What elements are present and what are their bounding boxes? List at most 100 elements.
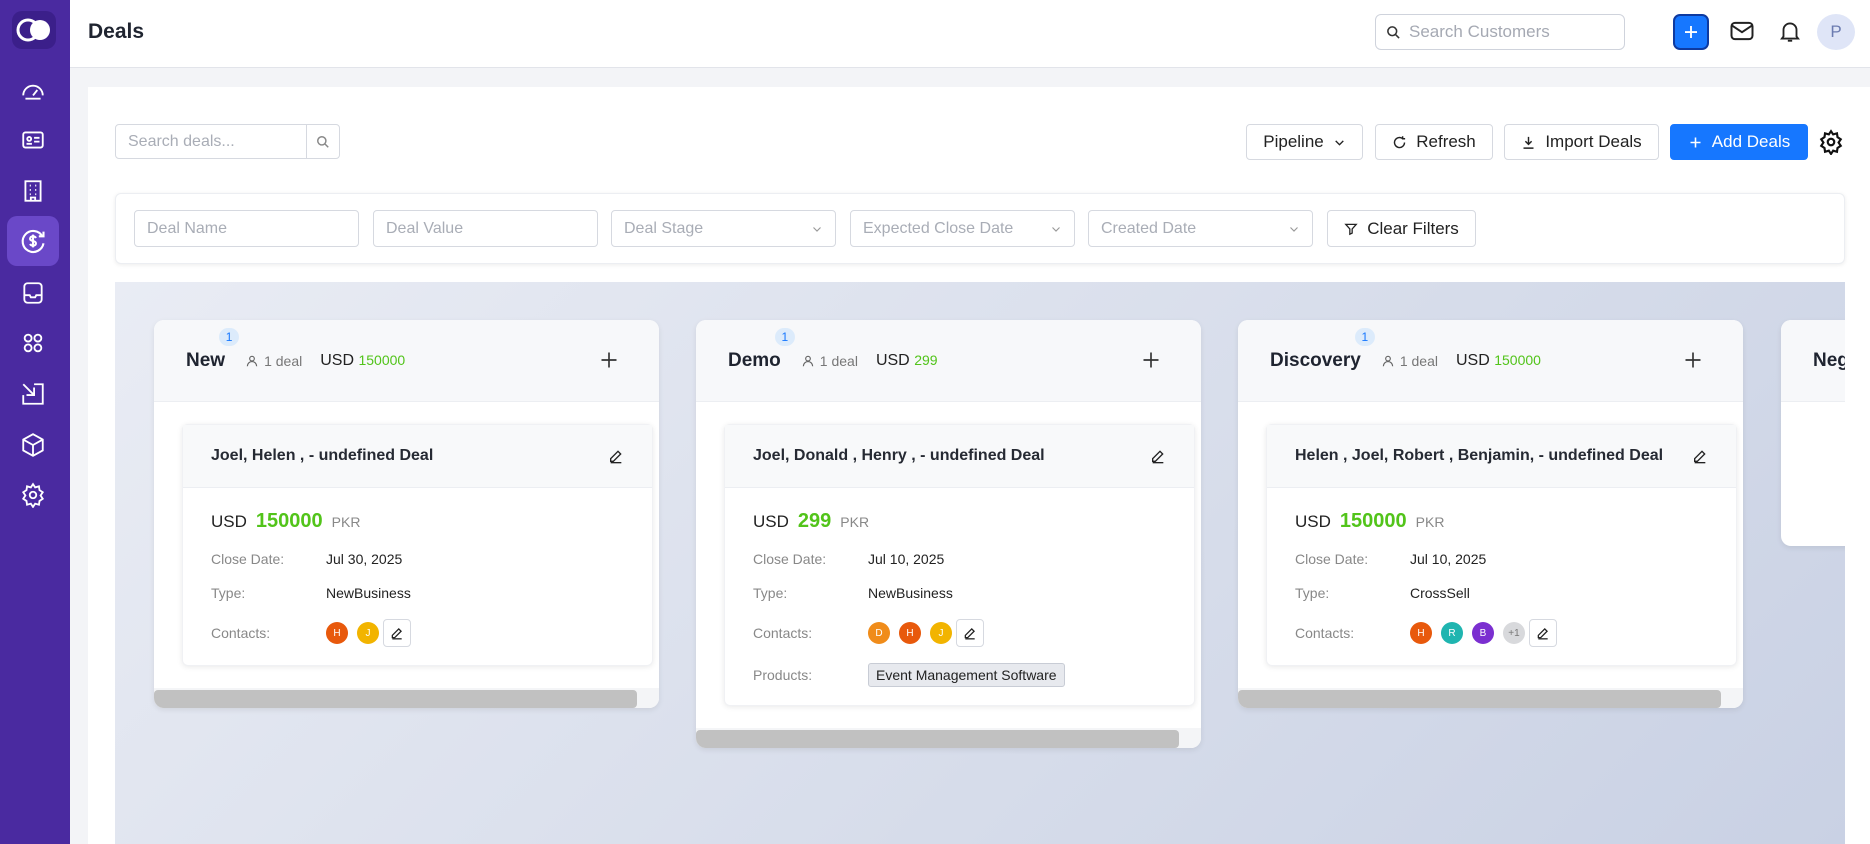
contact-avatar[interactable]: J [357,622,379,644]
deal-card[interactable]: Helen , Joel, Robert , Benjamin, - undef… [1266,424,1737,666]
edit-contacts-button[interactable] [956,619,984,647]
scrollbar-thumb[interactable] [154,690,637,708]
nav-products-cube-icon[interactable] [7,420,59,470]
nav-dashboard-icon[interactable] [7,65,59,115]
add-deal-to-stage-plus-icon[interactable] [1683,350,1703,370]
deal-card-body: USD 299 PKR Close Date: Jul 10, 2025 Type: N… [725,488,1194,705]
refresh-button[interactable]: Refresh [1375,124,1493,160]
edit-pencil-icon[interactable] [608,448,624,464]
chevron-down-icon [1334,139,1344,146]
nav-contacts-card-icon[interactable] [7,115,59,165]
nav-import-icon[interactable] [7,369,59,419]
deal-value-filter[interactable]: Deal Value [373,210,598,247]
add-deal-to-stage-plus-icon[interactable] [599,350,619,370]
bell-icon[interactable] [1777,17,1803,45]
contacts-row: Contacts: DHJ [753,619,1166,647]
deal-stage-filter[interactable]: Deal Stage [611,210,836,247]
expected-close-date-placeholder: Expected Close Date [863,219,1014,237]
contact-avatar[interactable]: H [1410,622,1432,644]
user-icon [802,355,814,366]
edit-pencil-icon[interactable] [1692,448,1708,464]
stage-header: Demo 1 1 deal USD 299 [696,320,1201,402]
contact-avatar[interactable]: H [899,622,921,644]
contact-avatar[interactable]: +1 [1503,622,1525,644]
close-date-row: Close Date: Jul 30, 2025 [211,551,403,567]
deal-name-filter[interactable]: Deal Name [134,210,359,247]
stage-total: USD 150000 [320,351,406,369]
deal-search-button[interactable] [306,125,339,158]
edit-pencil-icon [1537,628,1548,640]
contact-avatars: HJ [326,622,379,644]
deal-card[interactable]: Joel, Helen , - undefined Deal USD 150000… [182,424,653,666]
stage-column-demo: Demo 1 1 deal USD 299 Joel, Donald , Henr… [696,320,1201,748]
app-logo[interactable] [12,11,56,49]
edit-pencil-icon[interactable] [1150,448,1166,464]
deal-title: Joel, Donald , Henry , - undefined Deal [753,447,1045,464]
contacts-row: Contacts: HJ [211,619,624,647]
scrollbar-thumb[interactable] [1238,690,1721,708]
horizontal-scrollbar[interactable] [1238,688,1743,708]
chevron-down-icon [1052,226,1060,232]
product-tag[interactable]: Event Management Software [868,663,1065,687]
download-icon [1523,136,1534,149]
import-deals-label: Import Deals [1545,132,1642,151]
created-date-filter[interactable]: Created Date [1088,210,1313,247]
stage-column-discovery: Discovery 1 1 deal USD 150000 Helen , Joe… [1238,320,1743,708]
clear-filters-button[interactable]: Clear Filters [1327,210,1476,247]
deal-card-body: USD 150000 PKR Close Date: Jul 30, 2025 Typ… [183,488,652,665]
horizontal-scrollbar[interactable] [154,688,659,708]
page-title: Deals [88,20,145,43]
clear-filters-label: Clear Filters [1367,218,1459,238]
stage-title: Demo 1 [728,327,795,372]
stage-header: Neg [1781,320,1845,402]
deal-search-input[interactable] [116,125,306,158]
contact-avatar[interactable]: D [868,622,890,644]
deal-card-body: USD 150000 PKR Close Date: Jul 10, 2025 Typ… [1267,488,1736,665]
user-icon [1382,355,1394,366]
stage-title: Neg [1813,349,1845,371]
nav-building-icon[interactable] [7,166,59,216]
mail-icon[interactable] [1728,17,1756,45]
pipeline-view-select[interactable]: Pipeline [1246,124,1363,160]
deal-count: 1 deal [245,353,302,369]
add-deal-to-stage-plus-icon[interactable] [1141,350,1161,370]
nav-inbox-icon[interactable] [7,268,59,318]
filter-icon [1344,223,1358,235]
import-deals-button[interactable]: Import Deals [1504,124,1659,160]
scrollbar-thumb[interactable] [696,730,1179,748]
contact-avatar[interactable]: R [1441,622,1463,644]
created-date-placeholder: Created Date [1101,219,1197,237]
stage-total: USD 299 [875,351,938,369]
board-settings-gear-icon[interactable] [1818,129,1844,155]
edit-pencil-icon [964,628,975,640]
add-deals-label: Add Deals [1711,132,1791,151]
deal-search[interactable] [115,124,340,159]
user-icon [246,355,258,366]
contact-avatar[interactable]: B [1472,622,1494,644]
contact-avatar[interactable]: J [930,622,952,644]
refresh-label: Refresh [1416,132,1476,151]
edit-pencil-icon [391,628,402,640]
horizontal-scrollbar[interactable] [696,728,1201,748]
type-row: Type: NewBusiness [211,585,411,601]
stage-title: New 1 [186,327,240,372]
contact-avatars: DHJ [868,622,952,644]
edit-contacts-button[interactable] [383,619,411,647]
edit-contacts-button[interactable] [1529,619,1557,647]
deal-amount: USD 299 PKR [753,510,870,532]
nav-deals-icon[interactable] [7,216,59,266]
nav-apps-icon[interactable] [7,318,59,368]
quick-add-button[interactable] [1673,14,1709,50]
stage-count-badge: 1 [1354,327,1375,346]
user-avatar[interactable]: P [1817,14,1855,50]
customer-search[interactable] [1375,14,1625,50]
contact-avatar[interactable]: H [326,622,348,644]
nav-settings-icon[interactable] [7,470,59,520]
add-deals-button[interactable]: Add Deals [1670,124,1808,160]
stage-column-new: New 1 1 deal USD 150000 Joel, Helen , - u… [154,320,659,708]
stage-title: Discovery 1 [1270,327,1375,372]
close-date-row: Close Date: Jul 10, 2025 [753,551,945,567]
expected-close-date-filter[interactable]: Expected Close Date [850,210,1075,247]
deal-card[interactable]: Joel, Donald , Henry , - undefined Deal … [724,424,1195,706]
customer-search-input[interactable] [1409,22,1609,42]
